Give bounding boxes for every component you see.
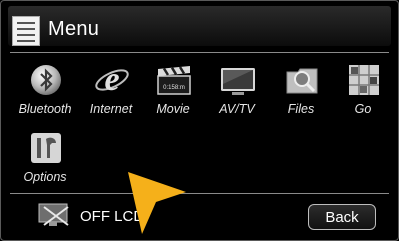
navigation-go-icon [349, 65, 379, 95]
app-movie[interactable]: 0:158:m Movie [142, 62, 204, 128]
app-avtv[interactable]: AV/TV [206, 62, 268, 128]
internet-explorer-icon: e [95, 62, 129, 98]
divider-bottom [10, 193, 389, 194]
pointer-cursor-icon [128, 172, 186, 234]
app-options[interactable]: Options [14, 130, 76, 196]
back-button[interactable]: Back [308, 204, 376, 230]
app-label: Options [23, 170, 67, 184]
app-label: Bluetooth [18, 102, 72, 116]
monitor-off-icon [38, 203, 69, 226]
app-label: Internet [89, 102, 133, 116]
app-label: Files [287, 102, 315, 116]
app-label: Go [354, 102, 372, 116]
tv-icon [221, 68, 255, 95]
app-label: Movie [156, 102, 190, 116]
divider-top [10, 52, 389, 53]
folder-magnifier-icon [286, 68, 318, 94]
app-internet[interactable]: e Internet [80, 62, 142, 128]
app-label: AV/TV [219, 102, 255, 116]
app-go[interactable]: Go [332, 62, 394, 128]
wrench-options-icon [31, 133, 61, 163]
app-bluetooth[interactable]: Bluetooth [14, 62, 76, 128]
movie-clapper-icon: 0:158:m [157, 66, 191, 95]
app-files[interactable]: Files [270, 62, 332, 128]
page-title: Menu [48, 18, 100, 40]
bluetooth-icon [31, 65, 61, 95]
menu-list-icon [12, 16, 40, 46]
svg-text:e: e [104, 62, 119, 98]
svg-text:0:158:m: 0:158:m [163, 85, 185, 91]
